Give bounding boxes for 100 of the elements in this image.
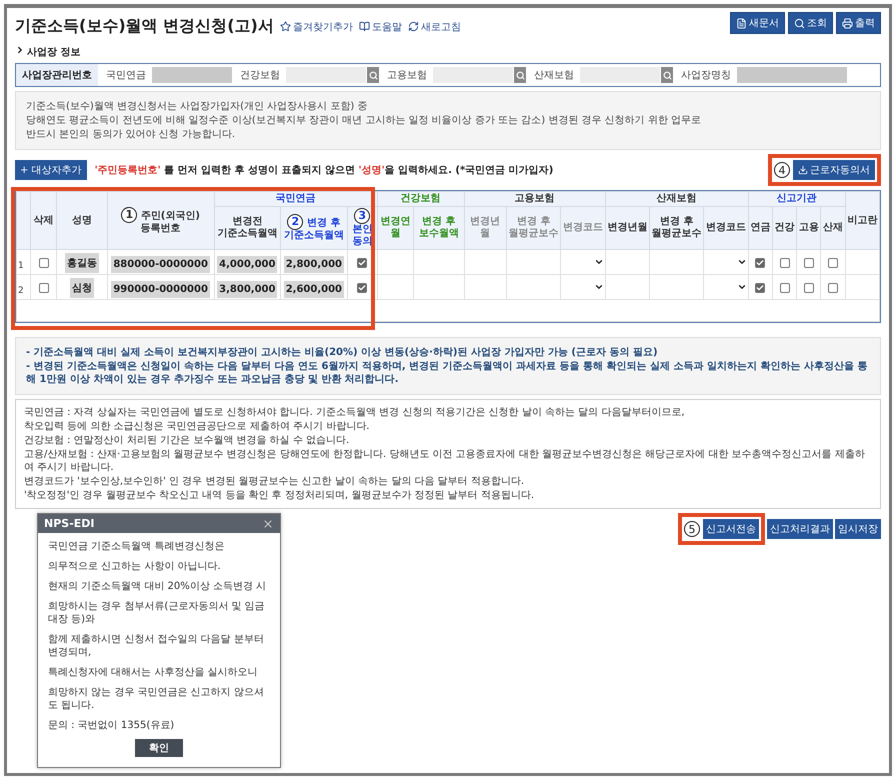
field-label: 사업장관리번호 — [16, 64, 98, 86]
input-field[interactable] — [152, 67, 232, 83]
checkbox[interactable] — [755, 283, 766, 294]
page-title: 기준소득(보수)월액 변경신청(고)서 — [15, 16, 274, 37]
dropdown-icon[interactable] — [594, 282, 604, 292]
toolbar-button[interactable]: 출력 — [836, 12, 881, 34]
column-header: 변경 후 월평균보수 — [506, 206, 561, 250]
amount-cell: 2,800,000 — [284, 256, 344, 272]
action-button[interactable]: 임시저장 — [835, 519, 881, 539]
send-button[interactable]: 신고서전송 — [703, 519, 759, 539]
notice-text: - 기준소득월액 대비 실제 소득이 보건복지부장관이 고시하는 비율(20%) 이상 변동(상승·하락)된 사업장 가입자만 가능 (근로자 동의 필요) — [26, 346, 659, 359]
checkbox[interactable] — [780, 258, 790, 268]
checkbox[interactable] — [828, 258, 838, 268]
consent-form-button[interactable]: 근로자동의서 — [793, 160, 875, 180]
search-button[interactable] — [514, 67, 526, 83]
checkbox[interactable] — [357, 258, 368, 268]
guide-text: '착오정정'인 경우 월평균보수 착오신고 내역 등을 확인 후 정정처리되며, 월평균보수가 정정된 날부터 적용됩니다. — [24, 489, 535, 502]
group-header: 고용보험 — [464, 192, 606, 206]
amount-cell: 3,800,000 — [217, 280, 278, 298]
book-icon — [358, 21, 370, 32]
column-header: 변경코드 — [704, 206, 748, 250]
star-icon — [280, 21, 291, 32]
document-icon — [736, 18, 747, 28]
toolbar-button[interactable]: 새문서 — [730, 12, 785, 34]
dialog-text: 함께 제출하시면 신청서 접수일의 다음달 분부터 변경되며, — [48, 633, 265, 659]
section-title: 사업장 정보 — [27, 46, 80, 59]
search-button[interactable] — [367, 67, 379, 83]
guide-text: 착오입력 등에 의한 소급신청은 국민연금공단으로 제출하여 주시기 바랍니다. — [24, 420, 370, 433]
input-field[interactable] — [433, 67, 513, 83]
step-marker: 4 — [774, 162, 790, 178]
amount-cell: 4,000,000 — [217, 256, 278, 272]
checkbox[interactable] — [804, 258, 814, 268]
guide-text: 국민연금 : 자격 상실자는 국민연금에 별도로 신청하셔야 합니다. 기준소득월액 변경 신청의 적용기간은 신청한 날이 속하는 달의 다음달부터이므로, — [24, 406, 686, 419]
dialog-text: 희망하지 않는 경우 국민연금은 신고하지 않으셔도 됩니다. — [48, 686, 265, 712]
dropdown-icon[interactable] — [736, 282, 747, 292]
close-icon[interactable] — [262, 518, 274, 530]
row-number: 2 — [18, 286, 24, 296]
checkbox[interactable] — [755, 258, 766, 268]
notice-text: - 변경된 기준소득월액은 신청일이 속하는 다음 달부터 다음 연도 6월까지 적용하며, 변경된 기준소득월액이 과세자료 등을 통해 확인되는 실제 소득과 일치하는지 확인하는 사후정산을 통해 1만원 이상 차액이 있는 경우 추가징수 또는 과오납금 충당 및 반환 처리합니다. — [26, 360, 868, 386]
dialog-text: 국민연금 기준소득월액 특례변경신청은 — [48, 540, 226, 553]
checkbox[interactable] — [804, 283, 814, 294]
guide-text: 변경코드가 '보수인상,보수인하' 인 경우 변경된 월평균보수는 신고한 날이 속하는 달의 다음 달부터 적용합니다. — [24, 475, 525, 488]
header-link[interactable]: 새로고침 — [408, 20, 461, 34]
column-header: 연금 — [748, 206, 772, 250]
checkbox[interactable] — [780, 283, 790, 294]
input-field[interactable] — [580, 67, 660, 83]
step-marker: 1 — [121, 206, 138, 222]
field-label: 건강보험 — [240, 69, 280, 82]
column-header: 변경전 기준소득월액 — [214, 206, 281, 250]
search-button[interactable] — [661, 67, 673, 83]
field-label: 고용보험 — [387, 69, 427, 82]
column-header: 변경년월 — [605, 206, 650, 250]
add-button[interactable]: + 대상자추가 — [15, 160, 87, 180]
dialog-text: 문의 : 국번없이 1355(유료) — [48, 719, 176, 732]
input-field[interactable] — [286, 67, 366, 83]
column-header: 삭제 — [30, 192, 57, 250]
column-header: 성명 — [56, 192, 108, 250]
group-header: 건강보험 — [377, 192, 464, 206]
search-icon — [794, 18, 805, 28]
step-marker: 5 — [684, 521, 700, 537]
field-label: 국민연금 — [106, 69, 146, 82]
column-header: 변경 후 보수월액 — [414, 206, 464, 250]
field-label: 사업장명칭 — [681, 69, 731, 82]
group-header: 국민연금 — [214, 192, 378, 206]
checkbox[interactable] — [828, 283, 838, 294]
instruction-text: '주민등록번호' 를 먼저 입력한 후 성명이 표출되지 않으면 '성명'을 입력하세요. (*국민연금 미가입자) — [94, 164, 554, 177]
download-icon — [798, 165, 808, 175]
dialog-title: NPS-EDI — [44, 517, 94, 530]
toolbar-button[interactable]: 조회 — [788, 12, 833, 34]
column-header: 1 주민(외국인) 등록번호 — [107, 192, 214, 250]
column-header: 산재 — [820, 206, 846, 250]
input-field[interactable] — [737, 67, 847, 83]
printer-icon — [842, 18, 853, 28]
column-header: 변경연월 — [377, 206, 414, 250]
guide-text: 고용/산재보험 : 산재·고용보험의 월평균보수 변경신청은 당해연도에 한정합니다. 당해년도 이전 고용종료자에 대한 월평균보수변경신청은 해당근로자에 대한 보수총액수정신고서를 제출하여 주시기 바랍니다. — [24, 448, 866, 474]
group-header: 산재보험 — [605, 192, 748, 206]
dialog-text: 의무적으로 신고하는 사항이 아닙니다. — [48, 560, 222, 573]
amount-cell: 2,600,000 — [284, 280, 344, 298]
column-header: 변경년월 — [464, 206, 506, 250]
dialog-text: 희망하시는 경우 첨부서류(근로자동의서 및 임금대장 등)와 — [48, 600, 266, 626]
ok-button[interactable]: 확인 — [135, 739, 183, 757]
header-link[interactable]: 즐겨찾기추가 — [280, 20, 353, 34]
checkbox[interactable] — [357, 283, 368, 294]
column-header: 고용 — [796, 206, 821, 250]
id-number-cell: 880000-0000000 — [111, 256, 210, 272]
dropdown-icon[interactable] — [594, 257, 604, 267]
dialog-text: 특례신청자에 대해서는 사후정산을 실시하오니 — [48, 666, 259, 679]
action-button[interactable]: 신고처리결과 — [767, 519, 833, 539]
checkbox[interactable] — [38, 283, 49, 294]
chevron-icon — [15, 45, 25, 55]
checkbox[interactable] — [38, 258, 49, 268]
header-link[interactable]: 도움말 — [358, 20, 402, 34]
intro-text: 반드시 본인의 동의가 있어야 신청 가능합니다. — [26, 128, 236, 141]
dialog-text: 현재의 기준소득월액 대비 20%이상 소득변경 시 — [48, 580, 268, 593]
name-cell: 심청 — [70, 278, 94, 298]
intro-text: 당해연도 평균소득이 전년도에 비해 일정수준 이상(보건복지부 장관이 매년 고시하는 일정 비율이상 증가 또는 감소) 변경된 경우 신청하기 위한 업무로 — [26, 114, 702, 127]
step-marker: 2 — [287, 214, 304, 230]
dropdown-icon[interactable] — [736, 257, 747, 267]
column-header: 변경코드 — [560, 206, 606, 250]
field-label: 산재보험 — [534, 69, 574, 82]
